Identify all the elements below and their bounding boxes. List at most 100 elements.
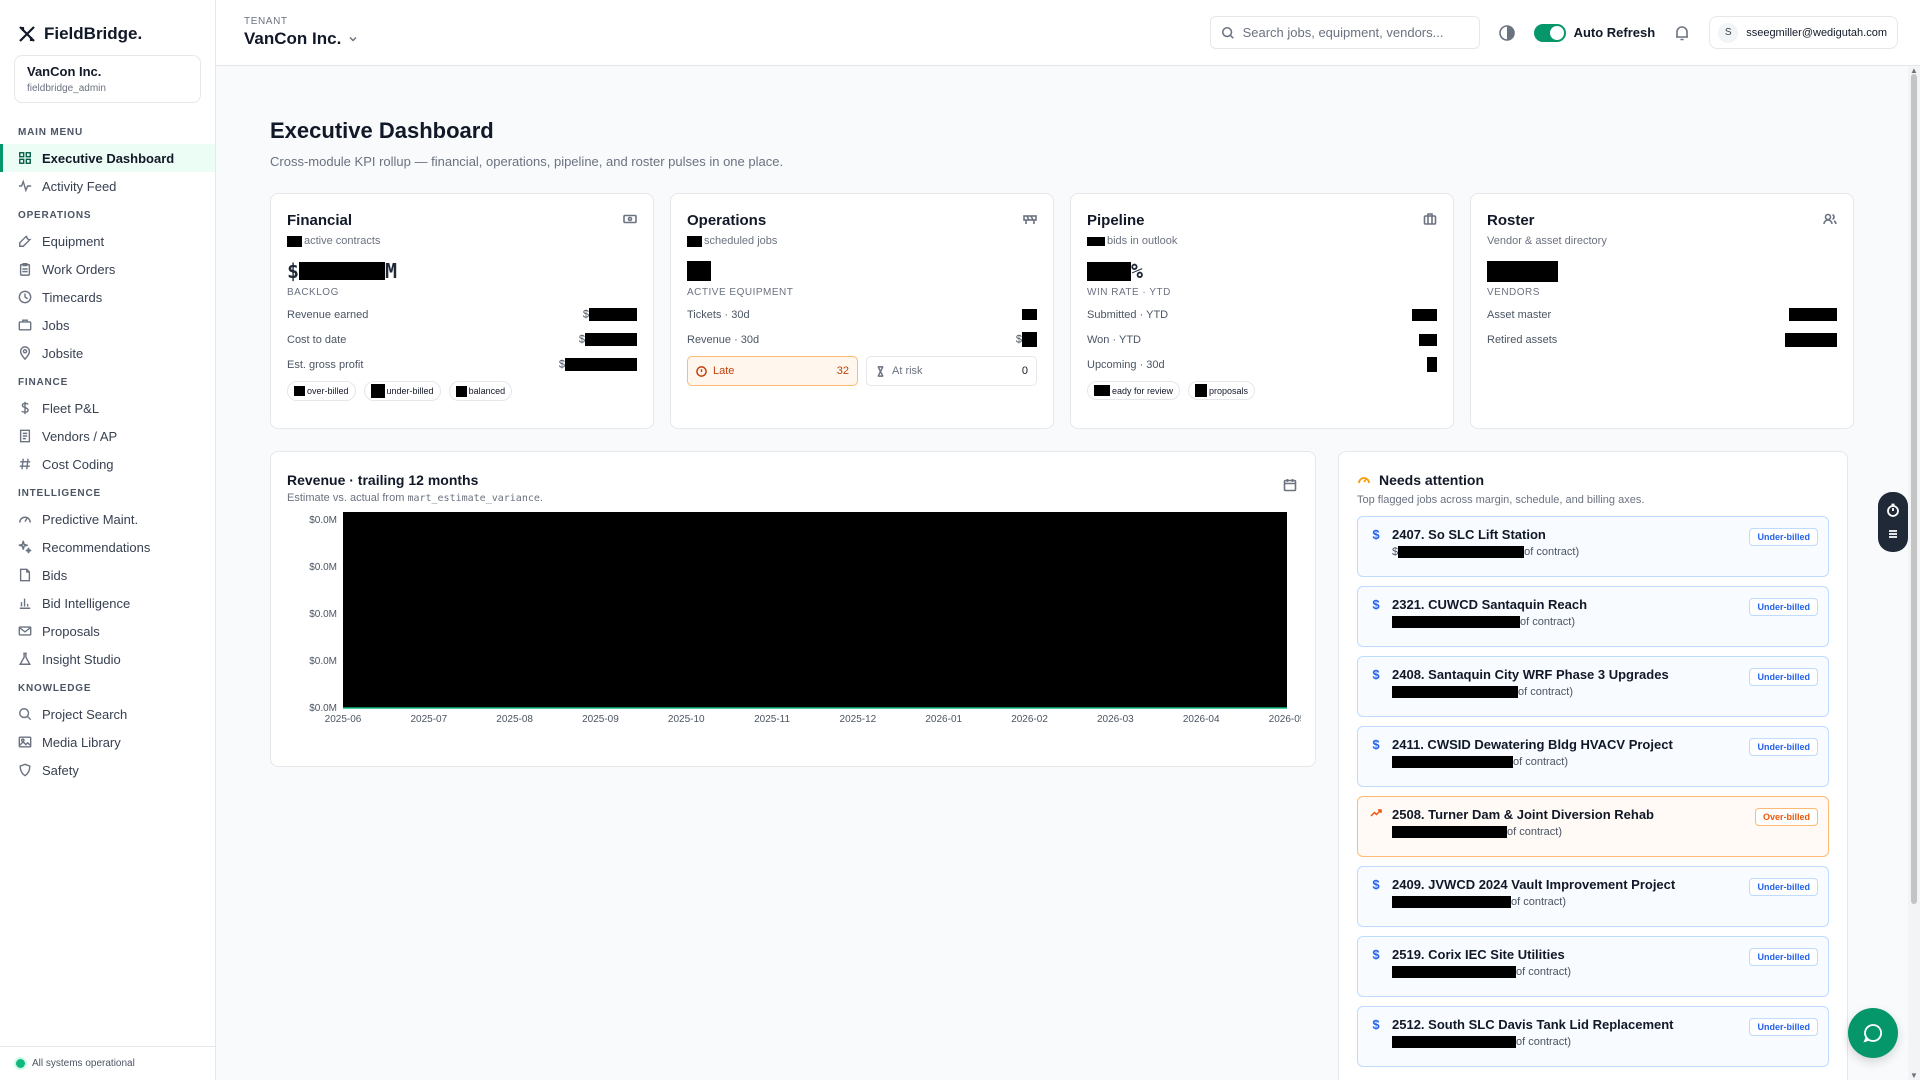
attention-item[interactable]: $2321. CUWCD Santaquin Reach of contract… xyxy=(1357,586,1829,647)
redacted-value xyxy=(1195,384,1208,397)
construction-icon xyxy=(1023,215,1037,224)
nav-section-title: KNOWLEDGE xyxy=(18,683,92,694)
sidebar-item-label: Proposals xyxy=(42,623,100,639)
x-tick-label: 2026-05 xyxy=(1269,714,1301,725)
kpi-caption: VENDORS xyxy=(1487,287,1540,298)
nav-section-title: OPERATIONS xyxy=(18,210,92,221)
chip-balanced[interactable]: balanced xyxy=(448,381,513,401)
chip-label: over-billed xyxy=(307,386,349,396)
auto-refresh-toggle[interactable]: Auto Refresh xyxy=(1533,23,1655,42)
sidebar-item-activity-feed[interactable]: Activity Feed xyxy=(0,172,215,200)
redacted-value xyxy=(1392,896,1511,908)
attention-item[interactable]: $2411. CWSID Dewatering Bldg HVACV Proje… xyxy=(1357,726,1829,787)
sidebar-item-bids[interactable]: Bids xyxy=(0,561,215,589)
chat-button[interactable] xyxy=(1848,1008,1898,1058)
sidebar-item-jobsite[interactable]: Jobsite xyxy=(0,339,215,367)
chip-under-billed[interactable]: under-billed xyxy=(363,381,441,401)
sidebar-item-timecards[interactable]: Timecards xyxy=(0,283,215,311)
sidebar-item-vendors-ap[interactable]: Vendors / AP xyxy=(0,422,215,450)
redacted-value xyxy=(1487,260,1558,282)
scrollbar-thumb[interactable] xyxy=(1911,74,1917,904)
tenant-switcher[interactable]: TENANT VanCon Inc. xyxy=(244,16,359,49)
timer-icon[interactable] xyxy=(1886,503,1900,517)
chart-subtitle-text: Estimate vs. actual from xyxy=(287,492,408,504)
needs-attention-card: Needs attention Top flagged jobs across … xyxy=(1338,451,1848,1080)
dollar-icon: $ xyxy=(1372,667,1380,682)
x-tick-label: 2025-11 xyxy=(754,714,790,725)
sidebar-item-label: Work Orders xyxy=(42,261,116,277)
kpi-card-financial[interactable]: Financial active contracts $ M BACKLOG Re… xyxy=(270,193,654,429)
attention-item[interactable]: $2408. Santaquin City WRF Phase 3 Upgrad… xyxy=(1357,656,1829,717)
kpi-card-pipeline[interactable]: Pipeline bids in outlook % WIN RATE · YT… xyxy=(1070,193,1454,429)
scroll-down-arrow-icon[interactable]: ▼ xyxy=(1910,1071,1918,1080)
sidebar-item-insight-studio[interactable]: Insight Studio xyxy=(0,645,215,673)
shield-icon xyxy=(19,763,31,777)
kpi-line-label: Revenue earned xyxy=(287,308,369,321)
kpi-card-operations[interactable]: Operations scheduled jobs ACTIVE EQUIPME… xyxy=(670,193,1054,429)
sidebar-item-media-library[interactable]: Media Library xyxy=(0,728,215,756)
chip-proposals[interactable]: proposals xyxy=(1188,381,1256,400)
attention-item-suffix: of contract) xyxy=(1511,896,1567,908)
tenant-card[interactable]: VanCon Inc. fieldbridge_admin xyxy=(14,55,201,103)
sidebar-item-predictive-maint[interactable]: Predictive Maint. xyxy=(0,505,215,533)
sidebar-item-label: Executive Dashboard xyxy=(42,150,175,166)
x-tick-label: 2025-09 xyxy=(582,714,619,725)
x-tick-label: 2025-10 xyxy=(668,714,705,725)
notifications-button[interactable] xyxy=(1673,24,1691,42)
pin-icon xyxy=(19,346,31,360)
page-scrollbar[interactable]: ▲ ▼ xyxy=(1908,66,1920,1080)
attention-item[interactable]: $2407. So SLC Lift Station $ of contract)… xyxy=(1357,516,1829,577)
needs-attention-header: Needs attention xyxy=(1357,472,1829,488)
sidebar-item-bid-intelligence[interactable]: Bid Intelligence xyxy=(0,589,215,617)
x-tick-label: 2026-01 xyxy=(925,714,962,725)
sidebar-item-fleet-p-l[interactable]: Fleet P&L xyxy=(0,394,215,422)
redacted-value xyxy=(1087,236,1105,246)
sidebar-item-label: Equipment xyxy=(42,233,105,249)
redacted-value xyxy=(1094,385,1110,396)
auto-refresh-switch[interactable] xyxy=(1533,23,1566,42)
attention-item-icon: $ xyxy=(1370,877,1382,892)
chart-subtitle: Estimate vs. actual from mart_estimate_v… xyxy=(287,492,1299,504)
tenant-value[interactable]: VanCon Inc. xyxy=(244,29,359,49)
redacted-value xyxy=(1392,686,1518,698)
activity-icon xyxy=(18,179,32,193)
trending-up-icon xyxy=(1370,809,1382,817)
kpi-line: Revenue · 30d $ xyxy=(687,331,1037,348)
sidebar-item-work-orders[interactable]: Work Orders xyxy=(0,255,215,283)
attention-item[interactable]: $2512. South SLC Davis Tank Lid Replacem… xyxy=(1357,1006,1829,1067)
sidebar-item-safety[interactable]: Safety xyxy=(0,756,215,784)
sidebar-item-proposals[interactable]: Proposals xyxy=(0,617,215,645)
billing-status-badge: Under-billed xyxy=(1749,528,1818,546)
floating-toolbar xyxy=(1878,492,1908,552)
late-jobs-tile[interactable]: Late 32 xyxy=(687,356,858,386)
attention-item[interactable]: $2519. Corix IEC Site Utilities of contr… xyxy=(1357,936,1829,997)
global-search[interactable]: Search jobs, equipment, vendors... xyxy=(1209,16,1480,49)
sidebar-item-cost-coding[interactable]: Cost Coding xyxy=(0,450,215,478)
sidebar-item-recommendations[interactable]: Recommendations xyxy=(0,533,215,561)
kpi-card-roster[interactable]: Roster Vendor & asset directory VENDORS … xyxy=(1470,193,1854,429)
list-icon[interactable] xyxy=(1886,527,1900,541)
contrast-icon xyxy=(1498,24,1515,41)
attention-item-title: 2512. South SLC Davis Tank Lid Replaceme… xyxy=(1392,1017,1674,1032)
pipeline-chips: eady for review proposals xyxy=(1087,381,1437,400)
dollar-icon: $ xyxy=(1372,877,1380,892)
sidebar-item-project-search[interactable]: Project Search xyxy=(0,700,215,728)
brand[interactable]: FieldBridge. xyxy=(0,0,215,50)
sidebar-item-jobs[interactable]: Jobs xyxy=(0,311,215,339)
theme-toggle-button[interactable] xyxy=(1498,24,1516,42)
at-risk-tile[interactable]: At risk 0 xyxy=(866,356,1037,386)
search-icon xyxy=(1221,26,1234,39)
search-input[interactable]: Search jobs, equipment, vendors... xyxy=(1243,25,1444,40)
chip-over-billed[interactable]: over-billed xyxy=(287,381,356,401)
user-menu[interactable]: S sseegmiller@wedigutah.com xyxy=(1709,16,1898,49)
calendar-button[interactable] xyxy=(1283,478,1297,495)
sidebar-item-executive-dashboard[interactable]: Executive Dashboard xyxy=(0,144,215,172)
users-icon xyxy=(1823,213,1837,225)
chip-ready-for-review[interactable]: eady for review xyxy=(1087,381,1181,400)
sidebar-item-label: Media Library xyxy=(42,734,121,750)
grid-icon xyxy=(19,152,31,164)
sidebar-item-equipment[interactable]: Equipment xyxy=(0,227,215,255)
attention-item[interactable]: 2508. Turner Dam & Joint Diversion Rehab… xyxy=(1357,796,1829,857)
sidebar-item-label: Cost Coding xyxy=(42,456,114,472)
attention-item[interactable]: $2409. JVWCD 2024 Vault Improvement Proj… xyxy=(1357,866,1829,927)
